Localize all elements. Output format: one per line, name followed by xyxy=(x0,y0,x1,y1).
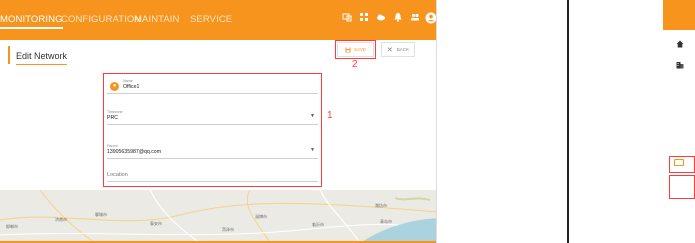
page-title-container: Edit Network xyxy=(8,46,68,65)
home-icon[interactable] xyxy=(676,40,684,50)
side-header-bar xyxy=(663,0,695,30)
map-city-label: 聊城市 xyxy=(95,212,107,217)
timezone-select[interactable]: Timezone PRC ▼ xyxy=(107,106,318,125)
network-editor-screen: MONITORING CONFIGURATION MAINTAIN SERVIC… xyxy=(0,0,437,243)
cloud-icon[interactable] xyxy=(374,12,388,26)
map-city-label: 临沂市 xyxy=(312,222,324,227)
map-city-label: 邯郸市 xyxy=(6,224,18,229)
nav-maintain[interactable]: MAINTAIN xyxy=(134,14,179,25)
notification-bell-icon[interactable] xyxy=(391,12,405,26)
timezone-value: PRC xyxy=(107,115,118,121)
screen-divider xyxy=(567,0,569,243)
save-icon xyxy=(345,47,351,52)
network-form: ● Name Office1 Timezone PRC ▼ Parent 139… xyxy=(103,73,322,187)
map-city-label: 青岛市 xyxy=(380,219,392,224)
back-button[interactable]: ✕ BACK xyxy=(381,42,415,57)
top-navigation-bar: MONITORING CONFIGURATION MAINTAIN SERVIC… xyxy=(0,0,436,40)
map-city-label: 淄博市 xyxy=(255,214,267,219)
map-city-label: 潍坊市 xyxy=(375,203,387,208)
account-icon[interactable] xyxy=(424,12,436,26)
network-icon: ● xyxy=(110,82,119,91)
save-button[interactable]: SAVE xyxy=(337,42,374,57)
close-icon: ✕ xyxy=(386,46,393,54)
second-screen xyxy=(437,0,695,243)
nav-configuration[interactable]: CONFIGURATION xyxy=(61,14,141,25)
map-city-label: 泰安市 xyxy=(150,221,162,226)
back-button-label: BACK xyxy=(396,47,410,52)
users-icon[interactable] xyxy=(408,12,422,26)
parent-value: 13905635987@qq.com xyxy=(107,149,162,155)
map-city-label: 济南市 xyxy=(55,217,67,222)
save-button-label: SAVE xyxy=(354,47,366,52)
callout-save-number: 2 xyxy=(352,59,358,70)
page-title: Edit Network xyxy=(16,50,68,65)
devices-icon[interactable] xyxy=(340,12,354,26)
chevron-down-icon: ▼ xyxy=(310,113,315,119)
monitor-icon[interactable] xyxy=(674,159,684,166)
map-city-label: 菏泽市 xyxy=(222,227,234,232)
name-field[interactable]: ● Name Office1 xyxy=(107,77,318,94)
building-icon[interactable] xyxy=(676,61,684,71)
name-value: Office1 xyxy=(123,84,140,90)
parent-select[interactable]: Parent 13905635987@qq.com ▼ xyxy=(107,140,318,159)
map-view[interactable]: 邯郸市 济南市 聊城市 泰安市 淄博市 临沂市 青岛市 潍坊市 菏泽市 xyxy=(0,190,436,243)
grid-icon[interactable] xyxy=(357,12,371,26)
location-input[interactable]: Location xyxy=(107,169,318,182)
nav-service[interactable]: SERVICE xyxy=(190,14,232,25)
callout-form-number: 1 xyxy=(327,110,333,121)
side-item-highlight xyxy=(669,175,695,199)
location-placeholder: Location xyxy=(107,172,128,178)
nav-monitoring[interactable]: MONITORING xyxy=(0,14,63,29)
chevron-down-icon: ▼ xyxy=(310,147,315,153)
